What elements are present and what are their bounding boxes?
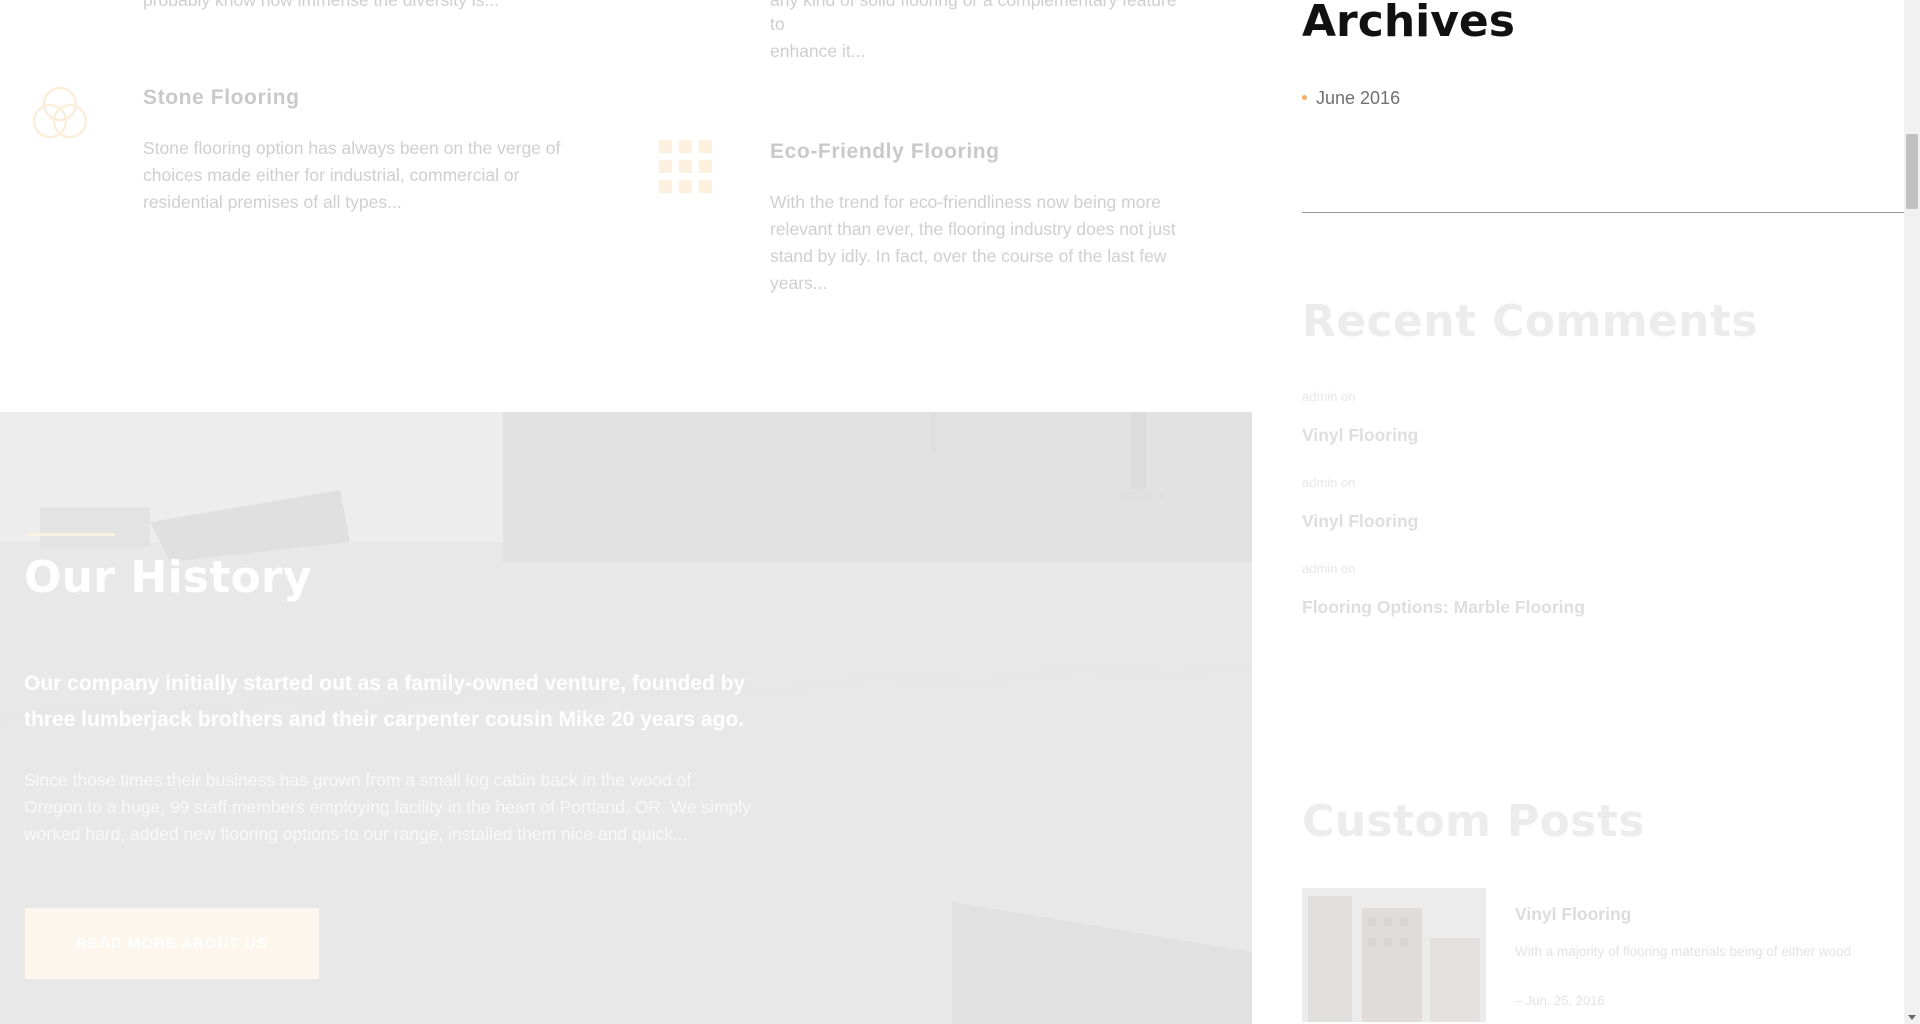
scroll-down-arrow-icon[interactable]: [1908, 1015, 1916, 1020]
page-scrollbar[interactable]: [1904, 0, 1920, 1024]
custom-posts-title: Custom Posts: [1302, 796, 1645, 847]
sidebar: Archives June 2016 Recent Comments admin…: [1252, 0, 1904, 1024]
comment-on: on: [1341, 389, 1356, 404]
feature-text-eco: years...: [770, 273, 828, 293]
read-more-about-us-button[interactable]: READ MORE ABOUT US: [25, 908, 319, 979]
feature-text-eco: With the trend for eco-friendliness now …: [770, 192, 1162, 212]
feature-partial-line: any kind of solid flooring or a compleme…: [770, 0, 1177, 10]
recent-comments-title: Recent Comments: [1302, 296, 1758, 347]
comment-author[interactable]: admin: [1302, 475, 1337, 490]
comment-author[interactable]: admin: [1302, 389, 1337, 404]
feature-text-stone: choices made either for industrial, comm…: [143, 165, 520, 185]
feature-text-eco: relevant than ever, the flooring industr…: [770, 219, 1176, 239]
features-section: probably know how immense the diversity …: [0, 0, 1252, 412]
scrollbar-thumb[interactable]: [1906, 134, 1918, 209]
custom-post-excerpt: With a majority of flooring materials be…: [1515, 944, 1852, 959]
history-body-line: Since those times their business has gro…: [24, 770, 692, 790]
feature-text-stone: Stone flooring option has always been on…: [143, 138, 561, 158]
comment-author[interactable]: admin: [1302, 561, 1337, 576]
grid-icon: [659, 140, 713, 199]
feature-title-stone[interactable]: Stone Flooring: [143, 86, 300, 110]
history-lead-line: three lumberjack brothers and their carp…: [24, 708, 745, 731]
archives-title: Archives: [1302, 0, 1515, 47]
custom-post-title[interactable]: Vinyl Flooring: [1515, 904, 1631, 925]
comment-post-link[interactable]: Vinyl Flooring: [1302, 425, 1418, 446]
feature-text-eco: stand by idly. In fact, over the course …: [770, 246, 1167, 266]
archive-link[interactable]: June 2016: [1316, 88, 1400, 108]
feature-text-stone: residential premises of all types...: [143, 192, 402, 212]
history-lead: Our company initially started out as a f…: [24, 666, 824, 738]
feature-partial-line: to: [770, 14, 785, 34]
widget-divider: [1302, 212, 1904, 213]
comment-meta: admin on: [1302, 389, 1356, 404]
feature-partial-text: probably know how immense the diversity …: [143, 0, 499, 10]
history-lead-line: Our company initially started out as a f…: [24, 672, 746, 695]
history-accent-rule: [27, 533, 115, 536]
feature-partial-line: enhance it...: [770, 41, 866, 61]
comment-post-link[interactable]: Vinyl Flooring: [1302, 511, 1418, 532]
comment-meta: admin on: [1302, 475, 1356, 490]
custom-post-date: – Jun. 25, 2016: [1515, 993, 1605, 1008]
comment-on: on: [1341, 561, 1356, 576]
rings-icon: [28, 82, 92, 151]
comment-meta: admin on: [1302, 561, 1356, 576]
bullet-icon: [1302, 94, 1307, 100]
history-body-line: Oregon to a huge, 99 staff members emplo…: [24, 797, 751, 817]
comment-on: on: [1341, 475, 1356, 490]
custom-post-thumbnail[interactable]: [1302, 888, 1486, 1022]
comment-post-link[interactable]: Flooring Options: Marble Flooring: [1302, 597, 1585, 618]
feature-title-eco[interactable]: Eco-Friendly Flooring: [770, 140, 1000, 164]
history-section: Our History Our company initially starte…: [0, 412, 1252, 1024]
archive-item: June 2016: [1302, 88, 1400, 109]
history-title: Our History: [24, 552, 312, 603]
history-body-line: worked hard, added new flooring options …: [24, 824, 688, 844]
history-body: Since those times their business has gro…: [24, 767, 824, 848]
